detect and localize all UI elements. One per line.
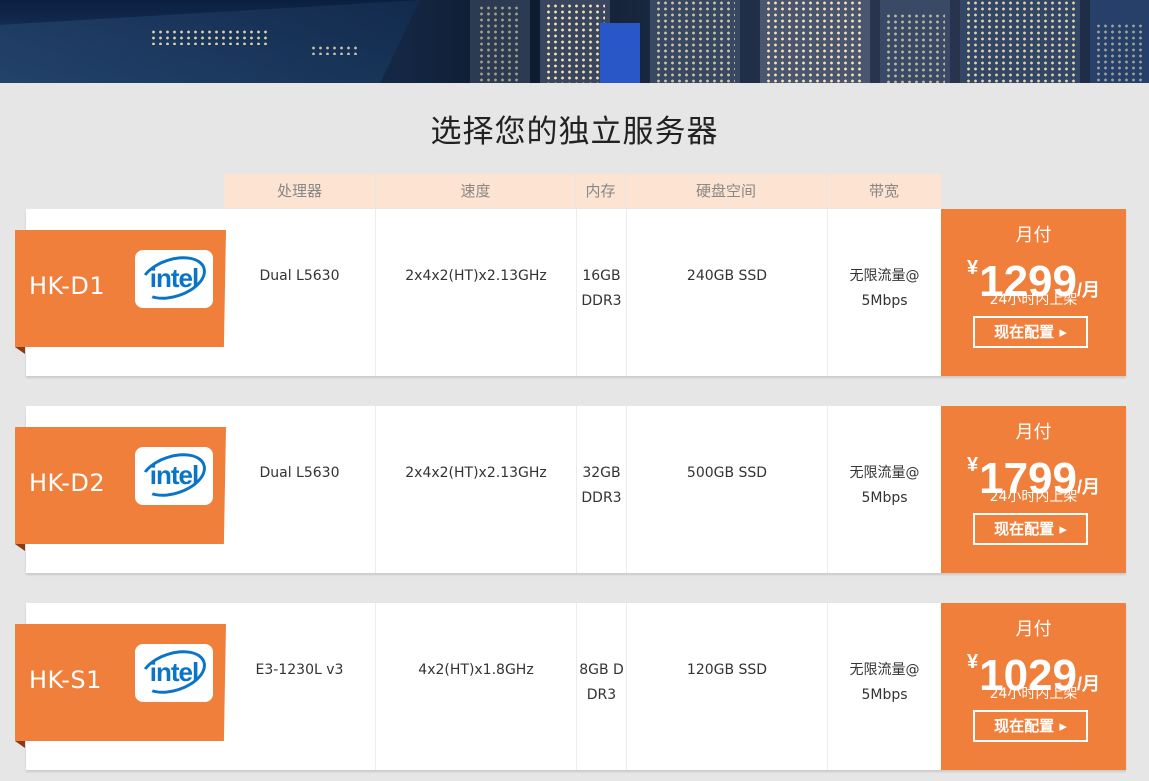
memory-line-1: 16GB	[582, 268, 621, 284]
bandwidth-line-2: 5Mbps	[861, 687, 908, 703]
delivery-note: 24小时内上架	[989, 686, 1078, 702]
disk-cell: 240GB SSD	[626, 209, 827, 376]
price-panel: 月付 ¥1029/月 24小时内上架 现在配置 ▸	[941, 603, 1126, 770]
plan-name: HK-D2	[29, 469, 106, 497]
plan-name: HK-S1	[29, 666, 102, 694]
bandwidth-line-1: 无限流量@	[849, 662, 920, 678]
memory-line-2: DDR3	[581, 490, 622, 506]
plan-badge: HK-D1 intel	[15, 230, 226, 347]
column-header-bandwidth: 带宽	[827, 174, 941, 208]
delivery-note: 24小时内上架	[989, 292, 1078, 308]
intel-logo-icon: intel	[134, 248, 213, 308]
plan-name: HK-D1	[29, 272, 106, 300]
disk-cell: 120GB SSD	[626, 603, 827, 770]
memory-cell: 16GB DDR3	[576, 209, 626, 376]
column-header-cpu: 处理器	[224, 174, 375, 208]
delivery-note: 24小时内上架	[989, 489, 1078, 505]
price-panel: 月付 ¥1299/月 24小时内上架 现在配置 ▸	[941, 209, 1126, 376]
memory-line-2: DR3	[586, 687, 617, 703]
intel-logo-icon: intel	[134, 445, 213, 505]
bandwidth-line-2: 5Mbps	[861, 293, 908, 309]
configure-button[interactable]: 现在配置 ▸	[973, 513, 1088, 545]
bandwidth-line-1: 无限流量@	[849, 465, 920, 481]
bandwidth-cell: 无限流量@ 5Mbps	[827, 603, 941, 770]
bandwidth-line-1: 无限流量@	[849, 268, 920, 284]
plan-row: HK-D1 intel Dual L5630 2x4x2(HT)x2.13GHz…	[15, 209, 1126, 376]
column-header-speed: 速度	[376, 174, 575, 208]
speed-cell: 4x2(HT)x1.8GHz	[375, 603, 576, 770]
speed-cell: 2x4x2(HT)x2.13GHz	[375, 406, 576, 573]
configure-button[interactable]: 现在配置 ▸	[973, 710, 1088, 742]
bandwidth-line-2: 5Mbps	[861, 490, 908, 506]
column-header-disk: 硬盘空间	[626, 174, 826, 208]
speed-cell: 2x4x2(HT)x2.13GHz	[375, 209, 576, 376]
intel-logo-icon: intel	[134, 642, 213, 702]
plan-row: HK-D2 intel Dual L5630 2x4x2(HT)x2.13GHz…	[15, 406, 1126, 573]
cpu-cell: E3-1230L v3	[255, 662, 344, 678]
disk-cell: 500GB SSD	[626, 406, 827, 573]
cpu-cell: Dual L5630	[259, 465, 340, 481]
cpu-cell: Dual L5630	[259, 268, 340, 284]
memory-cell: 8GB D DR3	[576, 603, 626, 770]
column-header-memory: 内存	[576, 174, 625, 208]
hero-banner	[0, 0, 1149, 83]
bandwidth-cell: 无限流量@ 5Mbps	[827, 406, 941, 573]
memory-cell: 32GB DDR3	[576, 406, 626, 573]
memory-line-1: 8GB D	[579, 662, 624, 678]
plan-badge: HK-D2 intel	[15, 427, 226, 544]
memory-line-2: DDR3	[581, 293, 622, 309]
bandwidth-cell: 无限流量@ 5Mbps	[827, 209, 941, 376]
configure-button[interactable]: 现在配置 ▸	[973, 316, 1088, 348]
plan-badge: HK-S1 intel	[15, 624, 226, 741]
price-panel: 月付 ¥1799/月 24小时内上架 现在配置 ▸	[941, 406, 1126, 573]
currency-symbol: ¥	[966, 651, 979, 673]
plan-row: HK-S1 intel E3-1230L v3 4x2(HT)x1.8GHz 8…	[15, 603, 1126, 770]
currency-symbol: ¥	[966, 257, 979, 279]
currency-symbol: ¥	[966, 454, 979, 476]
page-title: 选择您的独立服务器	[430, 114, 719, 150]
memory-line-1: 32GB	[582, 465, 621, 481]
